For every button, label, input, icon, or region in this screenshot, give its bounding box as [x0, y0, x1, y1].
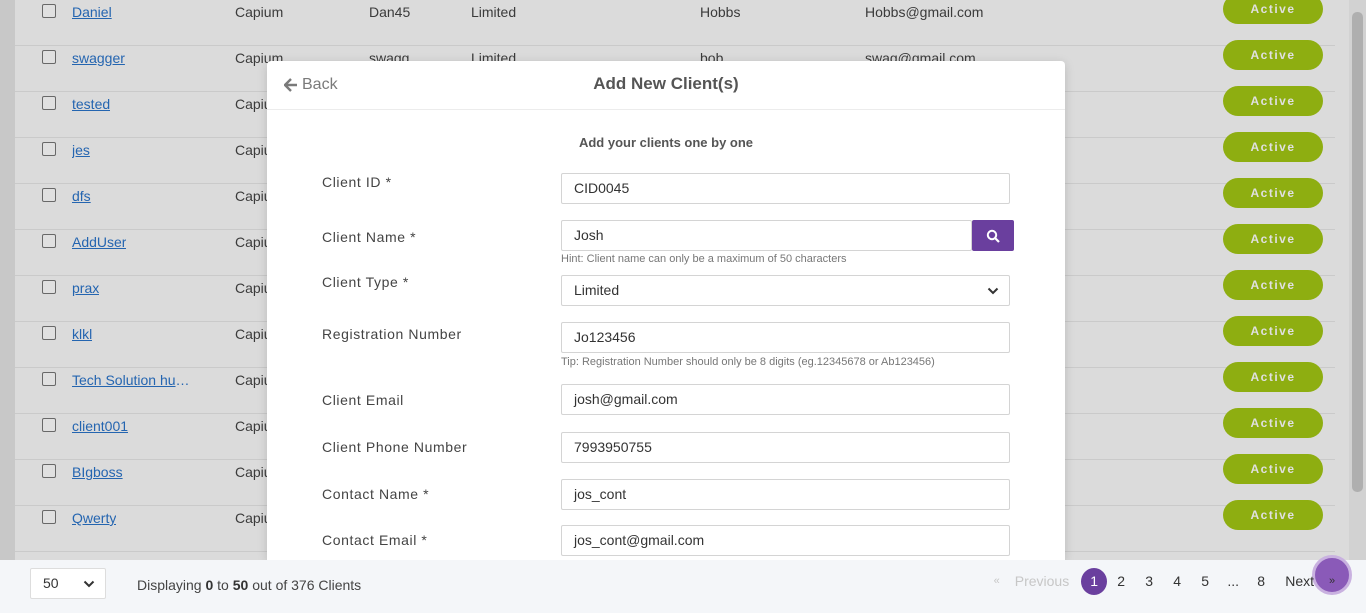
client-phone-input[interactable]: 7993950755	[561, 432, 1010, 463]
display-prefix: Displaying	[137, 577, 202, 593]
registration-number-hint: Tip: Registration Number should only be …	[561, 356, 935, 368]
contact-name-label: Contact Name *	[322, 486, 430, 502]
client-name-hint: Hint: Client name can only be a maximum …	[561, 253, 847, 265]
display-count-text: Displaying 0 to 50 out of 376 Clients	[137, 577, 361, 593]
client-search-button[interactable]	[972, 220, 1014, 251]
modal-header: Back Add New Client(s)	[267, 61, 1065, 110]
client-email-label: Client Email	[322, 392, 404, 408]
client-email-input[interactable]: josh@gmail.com	[561, 384, 1010, 415]
client-name-input[interactable]: Josh	[561, 220, 972, 251]
contact-name-input[interactable]: jos_cont	[561, 479, 1010, 510]
contact-email-label: Contact Email *	[322, 532, 428, 548]
page-ellipsis: ...	[1227, 573, 1240, 589]
display-to-word: to	[217, 577, 229, 593]
registration-number-input[interactable]: Jo123456	[561, 322, 1010, 353]
display-from: 0	[205, 577, 214, 593]
client-id-label: Client ID *	[322, 174, 392, 190]
previous-page-button[interactable]: Previous	[1011, 568, 1081, 595]
client-type-label: Client Type *	[322, 274, 409, 290]
client-type-select[interactable]: Limited	[561, 275, 1010, 306]
prev-arrow[interactable]: «	[983, 568, 1011, 595]
search-icon	[986, 229, 1000, 243]
page-size-select[interactable]: 50	[30, 568, 106, 599]
page-size-value: 50	[43, 575, 59, 591]
page-button-4[interactable]: 4	[1163, 568, 1191, 595]
modal-subtitle: Add your clients one by one	[578, 135, 754, 150]
page-button-3[interactable]: 3	[1135, 568, 1163, 595]
chevron-down-icon	[987, 287, 999, 295]
client-type-selected: Limited	[574, 282, 620, 298]
add-client-modal: Back Add New Client(s) Add your clients …	[267, 61, 1065, 560]
page-button-1[interactable]: 1	[1081, 568, 1108, 595]
contact-email-input[interactable]: jos_cont@gmail.com	[561, 525, 1010, 556]
pagination-footer: 50 Displaying 0 to 50 out of 376 Clients…	[0, 555, 1366, 613]
display-suffix: out of 376 Clients	[252, 577, 362, 593]
next-page-button[interactable]: Next	[1275, 568, 1318, 595]
page-button-5[interactable]: 5	[1191, 568, 1219, 595]
page-button-2[interactable]: 2	[1107, 568, 1135, 595]
page-button-8[interactable]: 8	[1247, 568, 1275, 595]
client-name-label: Client Name *	[322, 229, 417, 245]
modal-title: Add New Client(s)	[593, 74, 739, 93]
pagination: « Previous 1 2 3 4 5 ... 8 Next »	[983, 568, 1346, 595]
client-id-input[interactable]: CID0045	[561, 173, 1010, 204]
next-arrow[interactable]: »	[1318, 568, 1346, 595]
display-to: 50	[232, 577, 249, 593]
chevron-down-icon	[83, 580, 95, 588]
registration-number-label: Registration Number	[322, 326, 462, 342]
client-phone-label: Client Phone Number	[322, 439, 468, 455]
